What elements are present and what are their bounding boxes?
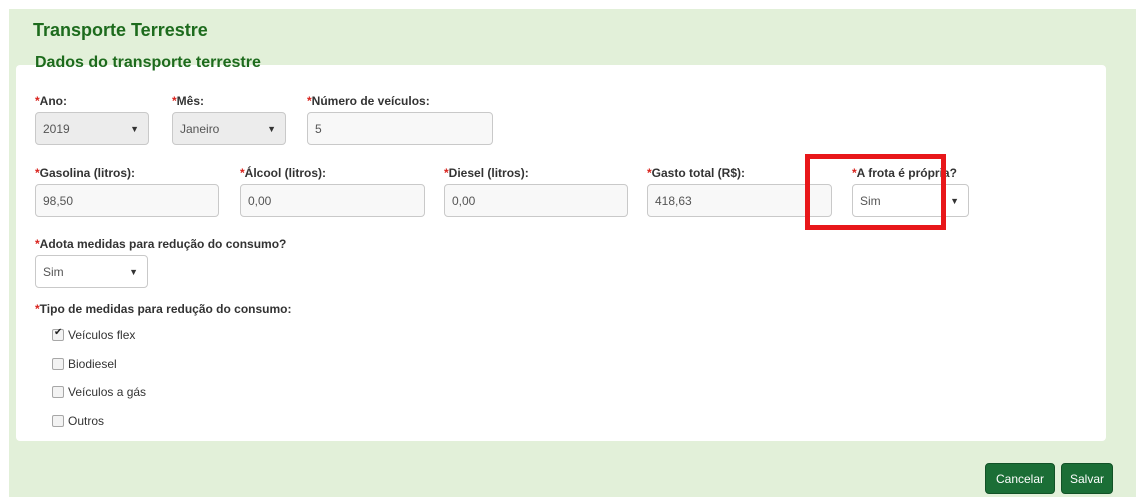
adota-medidas-select[interactable]: Sim ▼ bbox=[35, 255, 148, 288]
highlight-box bbox=[805, 154, 946, 230]
page-title: Transporte Terrestre bbox=[33, 20, 208, 40]
checkbox-icon[interactable] bbox=[52, 386, 64, 398]
caret-down-icon: ▼ bbox=[129, 266, 138, 277]
section-title: Dados do transporte terrestre bbox=[35, 54, 261, 71]
diesel-label: *Diesel (litros): bbox=[444, 166, 529, 180]
checkbox-outros[interactable]: Outros bbox=[52, 414, 104, 428]
ano-value: 2019 bbox=[43, 121, 70, 136]
mes-value: Janeiro bbox=[180, 121, 220, 136]
tipo-medidas-label: *Tipo de medidas para redução do consumo… bbox=[35, 302, 292, 316]
diesel-input[interactable]: 0,00 bbox=[444, 184, 628, 217]
num-veiculos-input[interactable]: 5 bbox=[307, 112, 493, 145]
caret-down-icon: ▼ bbox=[130, 123, 139, 134]
ano-label: *Ano: bbox=[35, 94, 67, 108]
num-veiculos-label: *Número de veículos: bbox=[307, 94, 430, 108]
cancel-button[interactable]: Cancelar bbox=[985, 463, 1055, 494]
checkbox-veiculos-gas[interactable]: Veículos a gás bbox=[52, 385, 146, 399]
gasolina-input[interactable]: 98,50 bbox=[35, 184, 219, 217]
gasolina-label: *Gasolina (litros): bbox=[35, 166, 136, 180]
alcool-label: *Álcool (litros): bbox=[240, 166, 326, 180]
caret-down-icon: ▼ bbox=[267, 123, 276, 134]
save-button[interactable]: Salvar bbox=[1061, 463, 1113, 494]
checkbox-icon[interactable] bbox=[52, 415, 64, 427]
mes-select[interactable]: Janeiro ▼ bbox=[172, 112, 286, 145]
checkbox-checked-icon[interactable] bbox=[52, 327, 64, 341]
adota-medidas-value: Sim bbox=[43, 264, 64, 279]
ano-select[interactable]: 2019 ▼ bbox=[35, 112, 149, 145]
checkbox-biodiesel[interactable]: Biodiesel bbox=[52, 357, 117, 371]
caret-down-icon: ▼ bbox=[950, 195, 959, 206]
mes-label: *Mês: bbox=[172, 94, 205, 108]
adota-medidas-label: *Adota medidas para redução do consumo? bbox=[35, 237, 287, 251]
gasto-total-label: *Gasto total (R$): bbox=[647, 166, 746, 180]
checkbox-veiculos-flex[interactable]: Veículos flex bbox=[52, 327, 135, 342]
checkbox-icon[interactable] bbox=[52, 358, 64, 370]
alcool-input[interactable]: 0,00 bbox=[240, 184, 425, 217]
